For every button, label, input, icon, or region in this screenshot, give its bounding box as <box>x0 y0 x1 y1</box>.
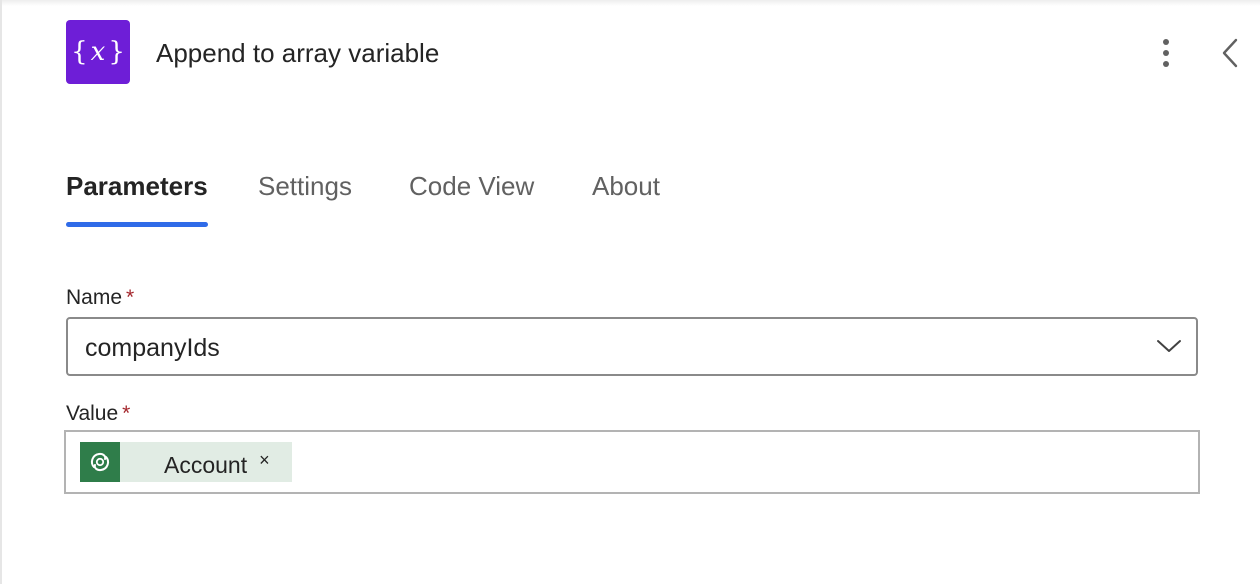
remove-token-icon[interactable]: × <box>259 450 270 470</box>
more-options-button[interactable] <box>1152 34 1180 72</box>
name-dropdown-value: companyIds <box>85 334 220 362</box>
top-shadow <box>2 0 1260 6</box>
tab-settings[interactable]: Settings <box>258 166 352 206</box>
more-vertical-icon <box>1163 39 1169 45</box>
more-vertical-icon-dot <box>1163 61 1169 67</box>
action-title[interactable]: Append to array variable <box>156 36 439 70</box>
tab-code-view[interactable]: Code View <box>409 166 534 206</box>
value-input[interactable]: Account × <box>64 430 1200 494</box>
value-label: Value * <box>66 400 130 428</box>
name-label-text: Name <box>66 286 123 309</box>
name-label: Name * <box>66 284 134 312</box>
chevron-left-icon <box>1222 38 1238 68</box>
variable-icon: {x} <box>66 20 130 84</box>
tab-parameters[interactable]: Parameters <box>66 166 208 206</box>
brace-open: { <box>71 37 88 67</box>
variable-x: x <box>90 37 106 67</box>
chevron-down-icon <box>1157 340 1181 352</box>
value-label-text: Value <box>66 402 119 425</box>
required-indicator: * <box>122 402 131 425</box>
dynamic-content-token[interactable]: Account × <box>80 442 292 482</box>
token-label: Account <box>164 452 248 478</box>
collapse-panel-button[interactable] <box>1214 34 1244 72</box>
dataverse-icon <box>80 442 120 482</box>
required-indicator: * <box>126 286 135 309</box>
action-details-panel: {x} Append to array variable Parameters … <box>0 0 1260 584</box>
name-dropdown[interactable]: companyIds <box>66 317 1198 376</box>
brace-close: } <box>108 37 125 67</box>
more-vertical-icon-dot <box>1163 50 1169 56</box>
tab-about[interactable]: About <box>592 166 660 206</box>
active-tab-indicator <box>66 222 208 227</box>
